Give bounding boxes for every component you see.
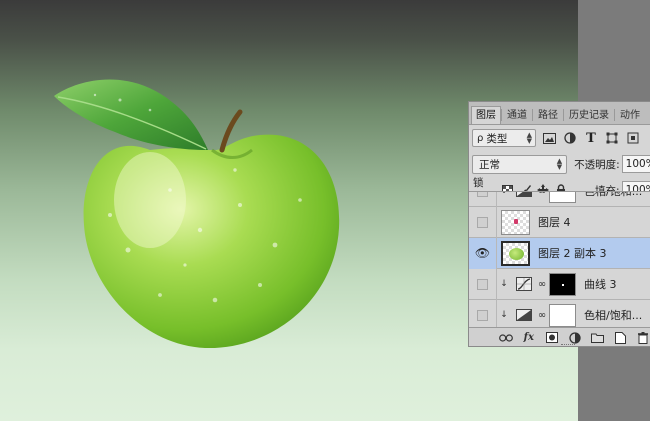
- visibility-toggle[interactable]: [469, 268, 497, 300]
- image-filter-icon[interactable]: [541, 130, 557, 146]
- clipping-mask-icon: ↓: [500, 191, 508, 196]
- clipping-mask-icon: ↓: [500, 310, 508, 320]
- visibility-toggle[interactable]: [469, 299, 497, 327]
- layer-row-selected[interactable]: 👁 图层 2 副本 3: [469, 237, 650, 269]
- layer-thumbnail[interactable]: [501, 240, 530, 266]
- mask-link-icon: ∞: [537, 278, 547, 290]
- curves-adjustment-icon: [515, 275, 533, 293]
- tab-channels[interactable]: 通道: [502, 106, 532, 124]
- layer-name[interactable]: 图层 4: [538, 214, 571, 230]
- layer-row[interactable]: ↓ ∞ 色相/饱和...: [469, 299, 650, 327]
- tab-paths[interactable]: 路径: [533, 106, 563, 124]
- clipping-mask-icon: ↓: [500, 279, 508, 289]
- select-arrows-icon: ▲ ▼: [556, 157, 563, 171]
- green-apple-image: [54, 79, 340, 349]
- panel-resize-grip[interactable]: [561, 344, 575, 346]
- layers-panel: 图层 通道 路径 历史记录 动作 ρ 类型 ▲ ▼ T 正常 ▲ ▼ 不透明度:…: [468, 101, 650, 347]
- layer-name[interactable]: 图层 2 副本 3: [538, 245, 607, 261]
- shape-filter-icon[interactable]: [604, 130, 620, 146]
- layer-row[interactable]: ↓ ∞ 色相/饱和...: [469, 191, 650, 207]
- new-group-icon[interactable]: [588, 331, 606, 345]
- filter-kind-select[interactable]: ρ 类型 ▲ ▼: [472, 129, 536, 147]
- delete-layer-icon[interactable]: [634, 331, 650, 345]
- panel-bottom-toolbar: fx: [469, 327, 650, 346]
- layer-list: ↓ ∞ 色相/饱和... 图层 4 👁 图层 2 副本 3 ↓ ∞ 曲线 3 ↓…: [469, 191, 650, 327]
- type-filter-icon[interactable]: T: [583, 130, 599, 146]
- blend-mode-value: 正常: [479, 158, 500, 171]
- new-layer-icon[interactable]: [611, 331, 629, 345]
- smart-object-filter-icon[interactable]: [625, 130, 641, 146]
- fx-icon[interactable]: fx: [520, 331, 538, 345]
- tab-layers[interactable]: 图层: [471, 106, 501, 124]
- mask-link-icon: ∞: [537, 191, 547, 197]
- mask-link-icon: ∞: [537, 309, 547, 321]
- layer-thumbnail[interactable]: [501, 209, 530, 235]
- layer-mask-thumbnail[interactable]: [549, 272, 576, 296]
- filter-row: ρ 类型 ▲ ▼ T: [469, 125, 650, 151]
- layer-row[interactable]: 图层 4: [469, 206, 650, 238]
- eye-icon: 👁: [474, 246, 491, 260]
- layer-name[interactable]: 色相/饱和...: [584, 307, 642, 323]
- tab-history[interactable]: 历史记录: [564, 106, 614, 124]
- visibility-toggle[interactable]: 👁: [469, 237, 497, 269]
- search-icon: ρ: [477, 132, 484, 144]
- layer-name[interactable]: 色相/饱和...: [584, 192, 642, 199]
- hue-saturation-adjustment-icon: [515, 306, 533, 324]
- hue-saturation-adjustment-icon: [515, 192, 533, 200]
- layer-mask-thumbnail[interactable]: [549, 303, 576, 327]
- tab-actions[interactable]: 动作: [615, 106, 645, 124]
- panel-tab-bar: 图层 通道 路径 历史记录 动作: [469, 102, 650, 125]
- adjustment-filter-icon[interactable]: [562, 130, 578, 146]
- opacity-label: 不透明度:: [574, 158, 620, 171]
- blend-row: 正常 ▲▼ 不透明度: 100%: [469, 151, 650, 177]
- blend-mode-select[interactable]: 正常 ▲ ▼: [472, 154, 568, 174]
- add-mask-icon[interactable]: [543, 331, 561, 345]
- layer-row[interactable]: ↓ ∞ 曲线 3: [469, 268, 650, 300]
- visibility-toggle[interactable]: [469, 192, 497, 207]
- link-layers-icon[interactable]: [497, 331, 515, 345]
- filter-kind-label: 类型: [486, 132, 508, 145]
- visibility-toggle[interactable]: [469, 206, 497, 238]
- select-arrows-icon: ▲ ▼: [526, 131, 532, 145]
- layer-mask-thumbnail[interactable]: [549, 192, 576, 203]
- opacity-input[interactable]: 100%: [621, 155, 650, 173]
- adjustment-layer-icon[interactable]: [566, 331, 584, 345]
- layer-name[interactable]: 曲线 3: [584, 276, 617, 292]
